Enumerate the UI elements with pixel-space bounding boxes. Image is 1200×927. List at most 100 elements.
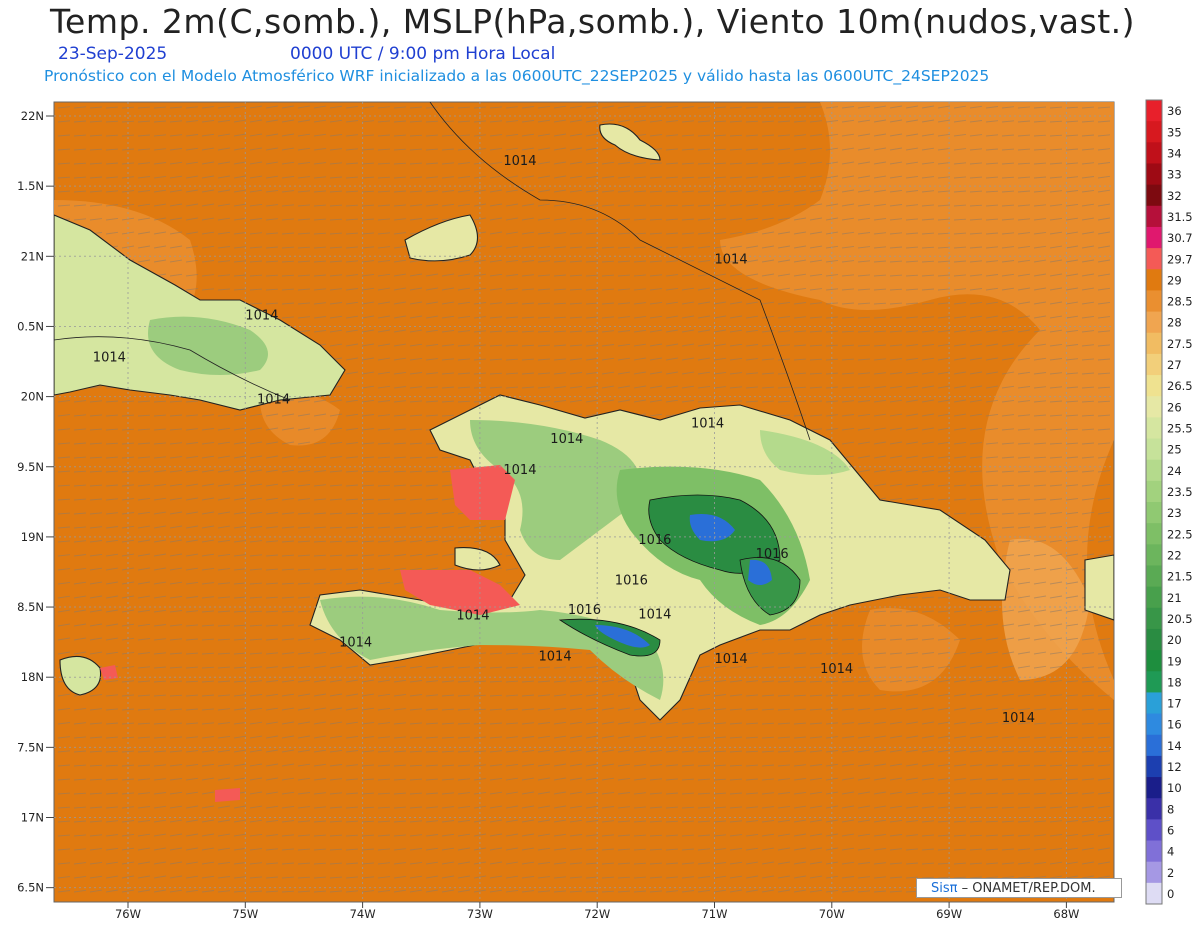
legend-swatch	[1146, 226, 1162, 249]
legend-label: 14	[1167, 739, 1182, 753]
credit-org: – ONAMET/REP.DOM.	[961, 881, 1096, 896]
temperature-legend: 363534333231.530.729.72928.52827.52726.5…	[1145, 99, 1193, 905]
legend-label: 17	[1167, 697, 1182, 711]
lat-tick-label: 20N	[21, 390, 44, 404]
legend-label: 36	[1167, 104, 1182, 118]
legend-swatch	[1146, 840, 1162, 863]
legend-swatch	[1146, 734, 1162, 757]
legend-swatch	[1146, 882, 1162, 905]
legend-swatch	[1146, 607, 1162, 630]
isobar-label: 1016	[756, 547, 789, 562]
legend-label: 29.7	[1167, 252, 1193, 266]
legend-swatch	[1146, 375, 1162, 397]
isobar-label: 1014	[638, 607, 671, 622]
legend-swatch	[1146, 692, 1162, 715]
isobar-label: 1014	[503, 154, 536, 169]
lon-tick-label: 68W	[1053, 907, 1079, 921]
legend-swatch	[1146, 565, 1162, 588]
warm-spot-sea	[215, 788, 240, 802]
legend-label: 6	[1167, 824, 1174, 838]
legend-label: 0	[1167, 887, 1174, 901]
legend-label: 32	[1167, 189, 1182, 203]
isobar-label: 1014	[691, 417, 724, 432]
legend-swatch	[1146, 417, 1162, 440]
forecast-map: 1014101410141014101410141014101410161016…	[17, 99, 1193, 921]
legend-label: 22.5	[1167, 527, 1193, 541]
lat-tick-label: 7.5N	[17, 740, 44, 754]
lat-tick-label: 1.5N	[17, 179, 44, 193]
legend-swatch	[1146, 396, 1162, 418]
legend-label: 24	[1167, 464, 1182, 478]
legend-label: 34	[1167, 147, 1182, 161]
isobar-label: 1014	[503, 463, 536, 478]
legend-label: 20	[1167, 633, 1182, 647]
legend-label: 10	[1167, 781, 1182, 795]
legend-label: 30.7	[1167, 231, 1193, 245]
isobar-label: 1014	[456, 609, 489, 624]
legend-label: 20.5	[1167, 612, 1193, 626]
legend-swatch	[1146, 100, 1162, 122]
legend-label: 35	[1167, 125, 1182, 139]
legend-label: 26	[1167, 400, 1182, 414]
lon-tick-label: 72W	[584, 907, 610, 921]
legend-swatch	[1146, 332, 1162, 355]
legend-swatch	[1146, 628, 1162, 651]
legend-swatch	[1146, 713, 1162, 736]
lat-tick-label: 18N	[21, 670, 44, 684]
legend-label: 12	[1167, 760, 1182, 774]
legend-label: 29	[1167, 273, 1182, 287]
lat-tick-label: 9.5N	[17, 460, 44, 474]
legend-swatch	[1146, 290, 1162, 313]
isobar-label: 1014	[339, 635, 372, 650]
lat-tick-label: 17N	[21, 811, 44, 825]
legend-label: 28.5	[1167, 295, 1193, 309]
legend-swatch	[1146, 650, 1162, 672]
legend-label: 18	[1167, 675, 1182, 689]
legend-swatch	[1146, 586, 1162, 609]
isobar-label: 1014	[715, 252, 748, 267]
legend-label: 4	[1167, 845, 1174, 859]
isobar-label: 1016	[638, 533, 671, 548]
legend-label: 25.5	[1167, 422, 1193, 436]
legend-swatch	[1146, 671, 1162, 693]
legend-swatch	[1146, 184, 1162, 207]
legend-label: 27.5	[1167, 337, 1193, 351]
legend-swatch	[1146, 205, 1162, 228]
credit-box: Sisπ – ONAMET/REP.DOM.	[916, 878, 1122, 898]
lat-tick-label: 22N	[21, 109, 44, 123]
legend-swatch	[1146, 142, 1162, 164]
lon-tick-label: 69W	[936, 907, 962, 921]
legend-swatch	[1146, 502, 1162, 524]
legend-swatch	[1146, 248, 1162, 270]
isobar-label: 1014	[550, 432, 583, 447]
isobar-label: 1014	[820, 662, 853, 677]
legend-swatch	[1146, 819, 1162, 842]
legend-label: 2	[1167, 866, 1174, 880]
legend-label: 27	[1167, 358, 1182, 372]
legend-label: 22	[1167, 549, 1182, 563]
lat-tick-label: 8.5N	[17, 600, 44, 614]
isobar-label: 1014	[245, 308, 278, 323]
legend-label: 23	[1167, 506, 1182, 520]
legend-swatch	[1146, 353, 1162, 376]
isobar-label: 1014	[1002, 711, 1035, 726]
isobar-label: 1014	[539, 649, 572, 664]
legend-swatch	[1146, 459, 1162, 482]
legend-swatch	[1146, 523, 1162, 545]
isobar-label: 1016	[615, 574, 648, 589]
credit-brand: Sisπ	[931, 881, 958, 896]
lon-tick-label: 73W	[467, 907, 493, 921]
lon-tick-label: 76W	[115, 907, 141, 921]
lat-tick-label: 6.5N	[17, 881, 44, 895]
legend-swatch	[1146, 480, 1162, 503]
legend-label: 31.5	[1167, 210, 1193, 224]
legend-label: 21.5	[1167, 570, 1193, 584]
legend-label: 19	[1167, 654, 1182, 668]
legend-label: 16	[1167, 718, 1182, 732]
legend-swatch	[1146, 438, 1162, 461]
lat-tick-label: 21N	[21, 249, 44, 263]
lat-tick-label: 19N	[21, 530, 44, 544]
legend-swatch	[1146, 777, 1162, 799]
legend-swatch	[1146, 269, 1162, 291]
legend-swatch	[1146, 311, 1162, 334]
